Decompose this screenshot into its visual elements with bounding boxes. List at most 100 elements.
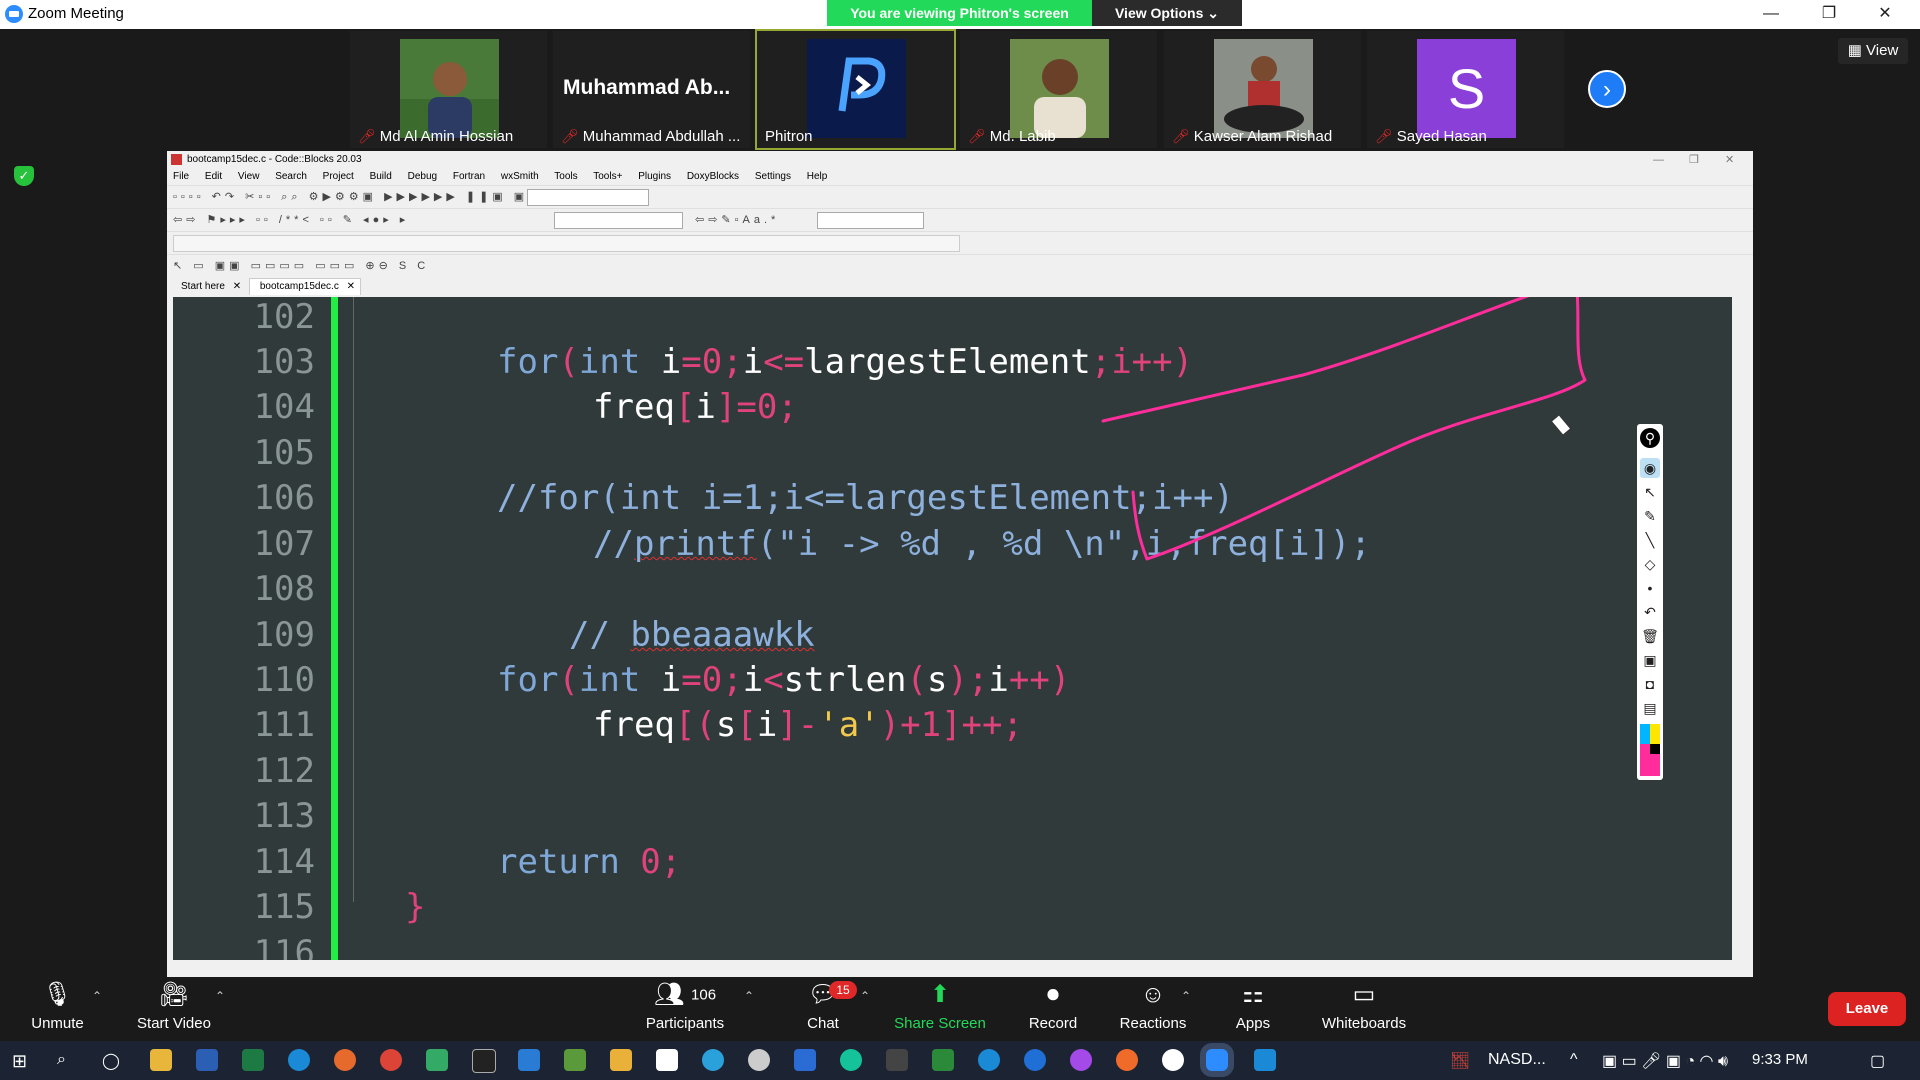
menu-file[interactable]: File	[173, 171, 189, 182]
code-completion-combo[interactable]	[554, 212, 683, 229]
menu-fortran[interactable]: Fortran	[453, 171, 485, 182]
app-icon[interactable]	[564, 1049, 586, 1071]
toolbar-icons[interactable]: ↖ ▭ ▣▣ ▭▭▭▭ ▭▭▭ ⊕⊖ S C	[173, 259, 429, 272]
record-button[interactable]: ⏺︎ Record	[1022, 977, 1084, 1041]
eraser-icon[interactable]: ◇	[1640, 554, 1660, 574]
menu-view[interactable]: View	[238, 171, 260, 182]
notion-icon[interactable]	[656, 1049, 678, 1071]
draw-icon[interactable]: ✎	[1640, 506, 1660, 526]
menu-search[interactable]: Search	[275, 171, 307, 182]
clock[interactable]: 9:33 PM	[1752, 1051, 1808, 1068]
tab-bootcamp15dec[interactable]: bootcamp15dec.c ✕	[248, 278, 361, 295]
line-icon[interactable]: ╲	[1640, 530, 1660, 550]
color-swatch[interactable]	[1640, 724, 1660, 744]
store-icon[interactable]	[426, 1049, 448, 1071]
search-combo[interactable]	[817, 212, 924, 229]
eye-icon[interactable]: ◉	[1640, 458, 1660, 478]
selected-color-swatch[interactable]	[1640, 754, 1660, 776]
app-icon[interactable]	[932, 1049, 954, 1071]
app-icon[interactable]	[610, 1049, 632, 1071]
restore-icon[interactable]: ❐	[1806, 2, 1852, 26]
chevron-up-icon[interactable]: ⌃	[215, 989, 225, 1003]
menu-wxsmith[interactable]: wxSmith	[501, 171, 539, 182]
cb-close-icon[interactable]: ✕	[1725, 151, 1734, 169]
firefox-icon[interactable]	[334, 1049, 356, 1071]
menu-settings[interactable]: Settings	[755, 171, 791, 182]
cortana-icon[interactable]: ◯	[102, 1051, 120, 1071]
excel-icon[interactable]	[242, 1049, 264, 1071]
build-target-combo[interactable]	[527, 189, 649, 206]
save-icon[interactable]: ▤	[1640, 698, 1660, 718]
chevron-up-icon[interactable]: ⌃	[744, 989, 754, 1003]
menu-help[interactable]: Help	[807, 171, 828, 182]
chevron-up-icon[interactable]: ^	[1570, 1051, 1578, 1069]
menu-project[interactable]: Project	[323, 171, 354, 182]
whiteboards-button[interactable]: ▭ Whiteboards	[1314, 977, 1414, 1041]
pin-icon[interactable]: ⚲	[1640, 428, 1660, 448]
unmute-button[interactable]: 🎙︎ Unmute	[20, 977, 95, 1041]
app-icon[interactable]	[978, 1049, 1000, 1071]
close-icon[interactable]: ✕	[1862, 2, 1908, 26]
calendar-icon[interactable]	[794, 1049, 816, 1071]
terminal-icon[interactable]	[886, 1049, 908, 1071]
security-shield-icon[interactable]: ✓	[14, 166, 34, 186]
app-icon[interactable]	[1116, 1049, 1138, 1071]
participant-tile[interactable]: 🎤︎ Md. Labib	[960, 31, 1157, 148]
tray-icons[interactable]: ▣ ▭ 🎤︎ ▣ ◔ ◠ 🔊︎	[1602, 1051, 1728, 1071]
menu-debug[interactable]: Debug	[408, 171, 437, 182]
search-icon[interactable]: ⌕	[57, 1051, 66, 1069]
file-explorer-icon[interactable]	[150, 1049, 172, 1071]
participant-tile-active-speaker[interactable]: Phitron	[755, 29, 956, 150]
app-icon[interactable]	[748, 1049, 770, 1071]
menu-edit[interactable]: Edit	[205, 171, 222, 182]
toolbar-icons[interactable]: ▫▫▫▫ ↶↷ ✂▫▫ ⌕⌕ ⚙▶⚙⚙▣ ▶▶▶▶▶▶ ❚❚▣ ▣▣	[173, 190, 543, 204]
undo-icon[interactable]: ↶	[1640, 602, 1660, 622]
mail-icon[interactable]	[1254, 1049, 1276, 1071]
toolbar-icons[interactable]: ⇦⇨ ⚑▸▸▸ ▫▫ /**< ▫▫ ✎ ◂●▸ ▸	[173, 213, 409, 226]
menu-tools[interactable]: Tools	[554, 171, 577, 182]
grammarly-icon[interactable]	[840, 1049, 862, 1071]
chevron-up-icon[interactable]: ⌃	[860, 989, 870, 1003]
participant-tile[interactable]: 🎤︎ Kawser Alam Rishad	[1164, 31, 1361, 148]
chevron-up-icon[interactable]: ⌃	[1181, 989, 1191, 1003]
view-options-button[interactable]: View Options ⌄	[1092, 0, 1242, 26]
participant-tile[interactable]: S 🎤︎ Sayed Hasan	[1367, 31, 1564, 148]
share-screen-button[interactable]: ⬆ Share Screen	[890, 977, 990, 1041]
minimize-icon[interactable]: —	[1748, 2, 1794, 26]
messenger-icon[interactable]	[1070, 1049, 1092, 1071]
toolbar-icons[interactable]: ⇦⇨✎▫Aa.*	[695, 213, 779, 226]
chrome-icon[interactable]	[380, 1049, 402, 1071]
word-icon[interactable]	[196, 1049, 218, 1071]
leave-button[interactable]: Leave	[1828, 992, 1906, 1026]
format-dot-icon[interactable]: •	[1640, 578, 1660, 598]
zoom-taskbar-icon[interactable]	[1206, 1049, 1228, 1071]
tab-start-here[interactable]: Start here ✕	[171, 279, 246, 295]
menu-tools-plus[interactable]: Tools+	[593, 171, 622, 182]
next-page-button[interactable]: ›	[1588, 70, 1626, 108]
telegram-icon[interactable]	[702, 1049, 724, 1071]
stock-ticker[interactable]: NASD...	[1488, 1051, 1546, 1069]
windows-start-icon[interactable]: ⊞	[12, 1051, 27, 1072]
stamp-icon[interactable]: ▣	[1640, 650, 1660, 670]
scope-combo[interactable]	[173, 235, 960, 252]
menu-plugins[interactable]: Plugins	[638, 171, 671, 182]
chevron-up-icon[interactable]: ⌃	[92, 989, 102, 1003]
app-icon[interactable]	[1162, 1049, 1184, 1071]
pycharm-icon[interactable]	[472, 1049, 496, 1073]
camera-icon[interactable]: ◘	[1640, 674, 1660, 694]
select-icon[interactable]: ↖	[1640, 482, 1660, 502]
color-swatch[interactable]	[1640, 744, 1660, 754]
code-editor[interactable]: 102 103 104 105 106 107 108 109 110 111 …	[173, 297, 1732, 960]
cb-restore-icon[interactable]: ❐	[1689, 151, 1699, 169]
view-layout-button[interactable]: ▦ View	[1838, 38, 1908, 64]
clear-icon[interactable]: 🗑︎	[1640, 626, 1660, 646]
menu-build[interactable]: Build	[370, 171, 392, 182]
maps-icon[interactable]	[1024, 1049, 1046, 1071]
apps-button[interactable]: ⚏ Apps	[1222, 977, 1284, 1041]
participant-tile[interactable]: 🎤︎ Md Al Amin Hossian	[350, 31, 547, 148]
notifications-icon[interactable]: ▢	[1870, 1051, 1885, 1071]
menu-doxyblocks[interactable]: DoxyBlocks	[687, 171, 739, 182]
cb-minimize-icon[interactable]: —	[1653, 151, 1664, 169]
participant-tile[interactable]: Muhammad Ab... 🎤︎ Muhammad Abdullah ...	[553, 31, 750, 148]
participants-button[interactable]: 👥︎ 106 Participants	[640, 977, 730, 1041]
